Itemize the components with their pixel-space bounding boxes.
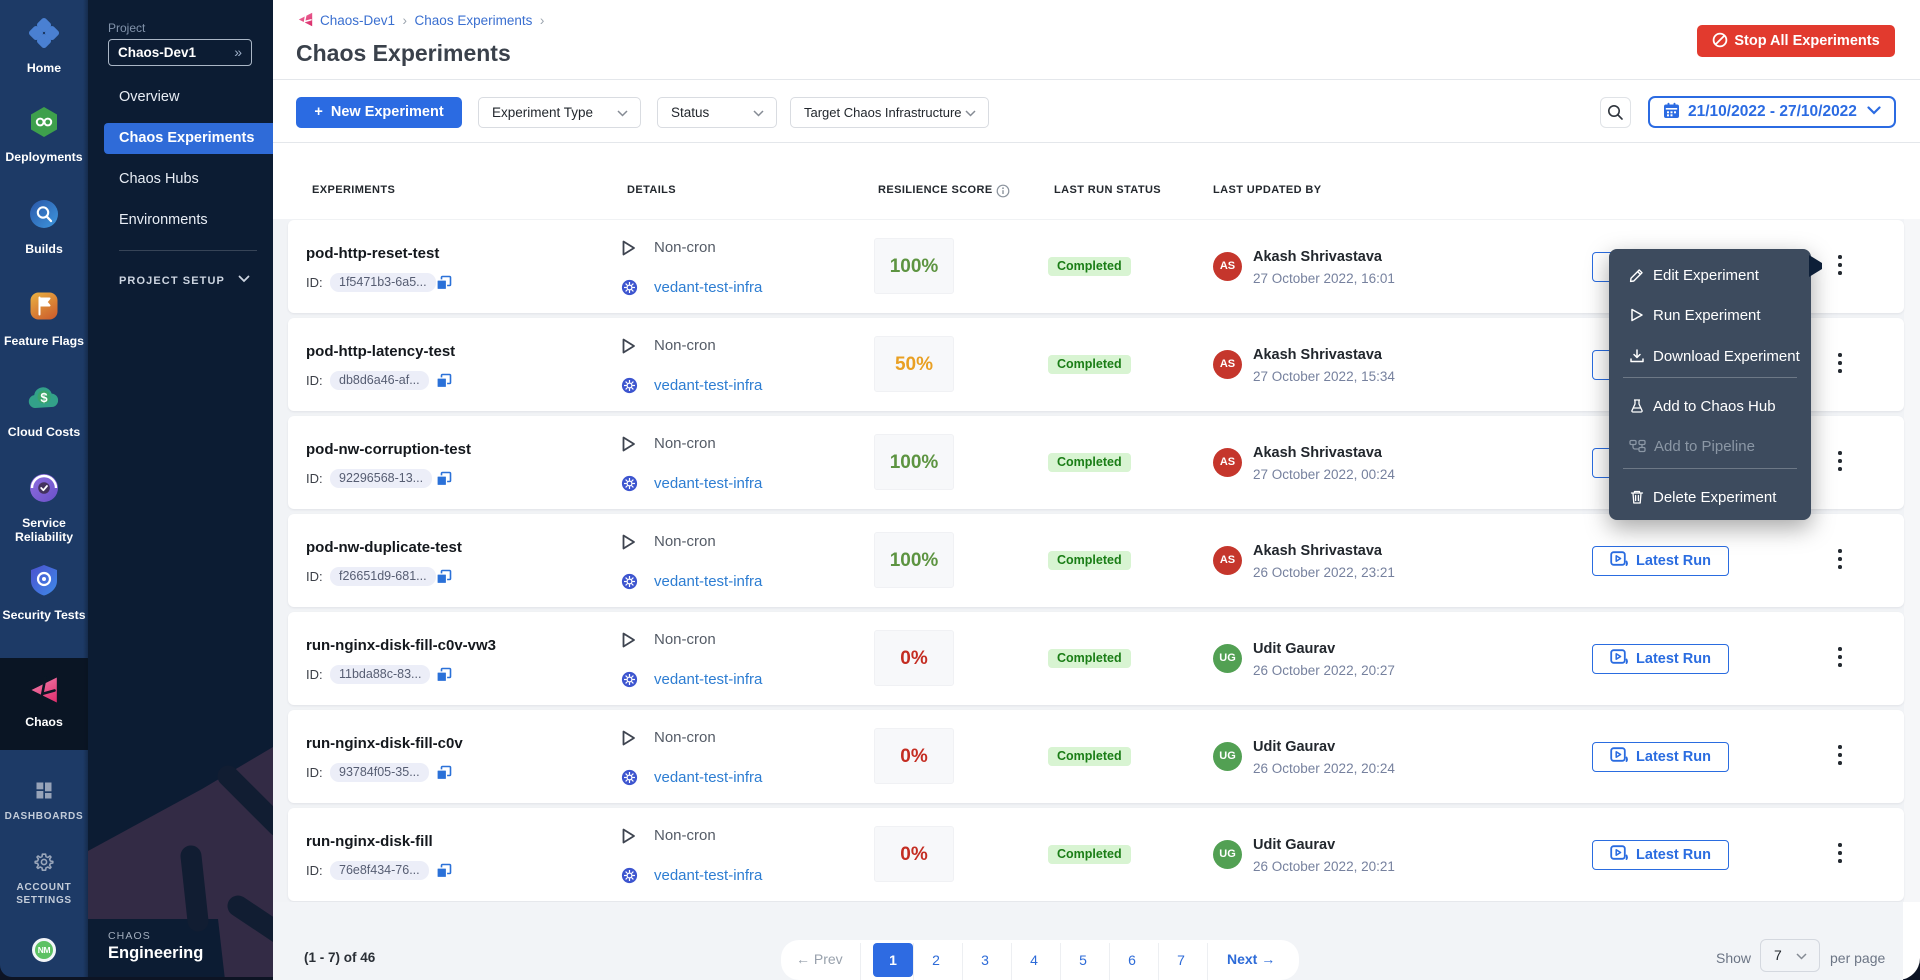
svg-text:$: $ bbox=[40, 390, 48, 405]
